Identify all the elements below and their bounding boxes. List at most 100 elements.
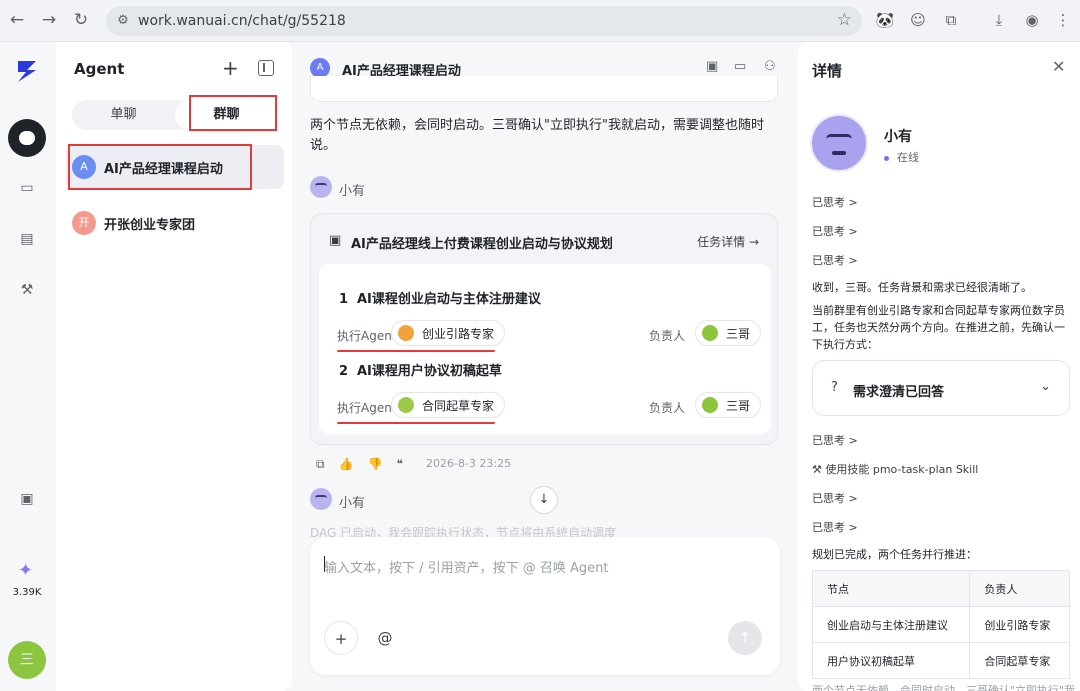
task-list: 1 AI课程创业启动与主体注册建议 执行Agent 创业引路专家 负责人 三哥 2… — [319, 264, 771, 434]
table-cell: 创业引路专家 — [969, 606, 1070, 643]
collapse-sidebar-icon[interactable] — [258, 60, 274, 76]
copy-icon[interactable]: ⧉ — [316, 457, 325, 472]
task-plan-card: ▣ AI产品经理线上付费课程创业启动与协议规划 任务详情 → 1 AI课程创业启动… — [310, 213, 778, 445]
app-logo-icon[interactable] — [14, 58, 40, 84]
thought-toggle[interactable]: 已思考 > — [812, 252, 858, 268]
exec-agent-label: 执行Agent — [337, 401, 397, 415]
tab-single-chat[interactable]: 单聊 — [72, 100, 175, 130]
thumbs-up-icon[interactable]: 👍 — [339, 457, 354, 471]
message-input-placeholder[interactable]: 输入文本，按下 / 引用资产，按下 @ 召唤 Agent — [324, 557, 609, 576]
details-title: 详情 — [812, 62, 843, 80]
left-rail: ▭ ▤ ⚒ ▣ ✦ 3.39K 三 — [0, 42, 54, 691]
sparkle-icon[interactable]: ✦ — [18, 560, 33, 581]
site-settings-icon[interactable]: ⚙ — [114, 12, 132, 30]
cut-off-text: 两个节点无依赖，会同时启动。三哥确认"立即执行"我 — [812, 684, 1076, 691]
chat-nav-icon[interactable] — [8, 119, 46, 157]
owner-pill[interactable]: 三哥 — [695, 392, 762, 418]
bot-avatar-icon — [310, 488, 332, 510]
extensions-icon[interactable]: ⧉ — [940, 9, 962, 31]
new-chat-plus-icon[interactable]: + — [222, 56, 239, 80]
underline-annotation — [337, 350, 495, 352]
book-nav-icon[interactable]: ▤ — [18, 230, 36, 248]
agent-avatar-icon — [810, 114, 868, 172]
menu-icon[interactable]: ⋮ — [1052, 9, 1074, 31]
thought-toggle[interactable]: 已思考 > — [812, 223, 858, 239]
owner-avatar-icon — [702, 325, 718, 341]
agent-reply-text: 收到，三哥。任务背景和需求已经很清晰了。 — [812, 281, 1032, 294]
quote-icon[interactable]: ❝ — [396, 457, 402, 471]
owner-pill[interactable]: 三哥 — [695, 320, 762, 346]
chat-extension-icon[interactable]: ☺ — [907, 9, 929, 31]
task-title-2: 2 AI课程用户协议初稿起草 — [339, 364, 502, 379]
question-icon: ? — [831, 380, 838, 395]
chevron-down-icon[interactable]: ⌄ — [1040, 379, 1051, 394]
message-actions: ⧉ 👍 👎 ❝ — [316, 457, 417, 472]
message-text: 两个节点无依赖，会同时启动。三哥确认"立即执行"我就启动，需要调整也随时说。 — [310, 118, 764, 153]
bookmark-star-icon[interactable]: ☆ — [837, 10, 852, 30]
highlight-box-group-tab — [189, 95, 277, 131]
agent-pill-contract-drafter[interactable]: 合同起草专家 — [391, 392, 506, 418]
user-avatar[interactable]: 三 — [8, 641, 46, 679]
attach-plus-button[interactable]: + — [324, 621, 358, 655]
table-header: 节点 — [811, 570, 971, 607]
agent-pill-startup-guide[interactable]: 创业引路专家 — [391, 320, 506, 346]
owner-label: 负责人 — [649, 401, 686, 415]
conversation-sidebar: Agent + 单聊 群聊 A AI产品经理课程启动 开 开张创业专家团 — [56, 42, 292, 691]
mention-at-button[interactable]: @ — [368, 621, 402, 655]
table-cell: 合同起草专家 — [969, 642, 1070, 679]
agent-status: 在线 — [884, 149, 919, 165]
forward-icon[interactable]: → — [38, 9, 60, 31]
profile-avatar-icon[interactable]: ◉ — [1021, 9, 1043, 31]
address-bar[interactable]: ⚙ work.wanuai.cn/chat/g/55218 ☆ — [106, 6, 862, 36]
thought-toggle[interactable]: 已思考 > — [812, 194, 858, 210]
sidebar-title: Agent — [74, 60, 125, 78]
clarify-title: 需求澄清已回答 — [853, 385, 945, 400]
thought-toggle[interactable]: 已思考 > — [812, 432, 858, 448]
table-header: 负责人 — [969, 570, 1070, 607]
details-panel: 详情 ✕ 小有 在线 已思考 > 已思考 > 已思考 > 收到，三哥。任务背景和… — [798, 42, 1080, 691]
plan-table: 节点 负责人 创业启动与主体注册建议 创业引路专家 用户协议初稿起草 合同起草专… — [811, 570, 1070, 679]
skill-usage: ⚒ 使用技能 pmo-task-plan Skill — [812, 463, 979, 476]
thought-toggle[interactable]: 已思考 > — [812, 490, 858, 506]
conversation-item-startup-team[interactable]: 开 开张创业专家团 — [66, 201, 284, 245]
folder-icon[interactable]: ▭ — [734, 59, 746, 74]
table-row: 创业启动与主体注册建议 创业引路专家 — [811, 606, 1070, 643]
reload-icon[interactable]: ↻ — [70, 9, 92, 31]
task-title-1: 1 AI课程创业启动与主体注册建议 — [339, 292, 541, 307]
url-text[interactable]: work.wanuai.cn/chat/g/55218 — [138, 13, 346, 29]
online-dot-icon — [884, 155, 889, 161]
close-icon[interactable]: ✕ — [1052, 57, 1065, 76]
message-input-box[interactable]: 输入文本，按下 / 引用资产，按下 @ 召唤 Agent + @ ↑ — [310, 537, 780, 675]
task-list-icon[interactable]: ▣ — [706, 59, 718, 74]
agent-reply-text: 当前群里有创业引路专家和合同起草专家两位数字员工，任务也天然分两个方向。在推进之… — [812, 304, 1065, 351]
panda-extension-icon[interactable]: 🐼 — [874, 9, 896, 31]
conversation-avatar: 开 — [72, 211, 96, 235]
download-icon[interactable]: ⤓ — [988, 9, 1010, 31]
chat-header-avatar: A — [310, 58, 330, 78]
table-cell: 创业启动与主体注册建议 — [811, 606, 971, 643]
thumbs-down-icon[interactable]: 👎 — [368, 457, 383, 471]
bot-name: 小有 — [339, 184, 366, 199]
send-button[interactable]: ↑ — [728, 621, 762, 655]
owner-avatar-icon — [702, 397, 718, 413]
back-icon[interactable]: ← — [6, 9, 28, 31]
wrench-nav-icon[interactable]: ⚒ — [18, 281, 36, 299]
members-icon[interactable]: ⚇ — [764, 59, 776, 74]
chat-panel: A AI产品经理课程启动 ▣ ▭ ⚇ 两个节点无依赖，会同时启动。三哥确认"立即… — [294, 42, 796, 691]
clipboard-icon: ▣ — [329, 233, 342, 248]
agent-name: 小有 — [884, 129, 912, 145]
message-timestamp: 2026-8-3 23:25 — [426, 457, 512, 470]
clipboard-nav-icon[interactable]: ▣ — [18, 490, 36, 508]
task-detail-link[interactable]: 任务详情 → — [697, 233, 759, 250]
owner-label: 负责人 — [649, 329, 686, 343]
conversation-label: 开张创业专家团 — [104, 218, 196, 233]
scroll-down-button[interactable]: ↓ — [530, 486, 558, 514]
agent-face-icon — [398, 397, 414, 413]
table-cell: 用户协议初稿起草 — [811, 642, 971, 679]
table-header-row: 节点 负责人 — [811, 570, 1070, 607]
browser-toolbar: ← → ↻ ⚙ work.wanuai.cn/chat/g/55218 ☆ 🐼 … — [0, 0, 1080, 42]
thought-toggle[interactable]: 已思考 > — [812, 519, 858, 535]
folder-nav-icon[interactable]: ▭ — [18, 179, 36, 197]
highlight-box-conversation — [68, 144, 252, 190]
clarify-answered-card[interactable]: ? 需求澄清已回答 ⌄ — [812, 360, 1070, 416]
